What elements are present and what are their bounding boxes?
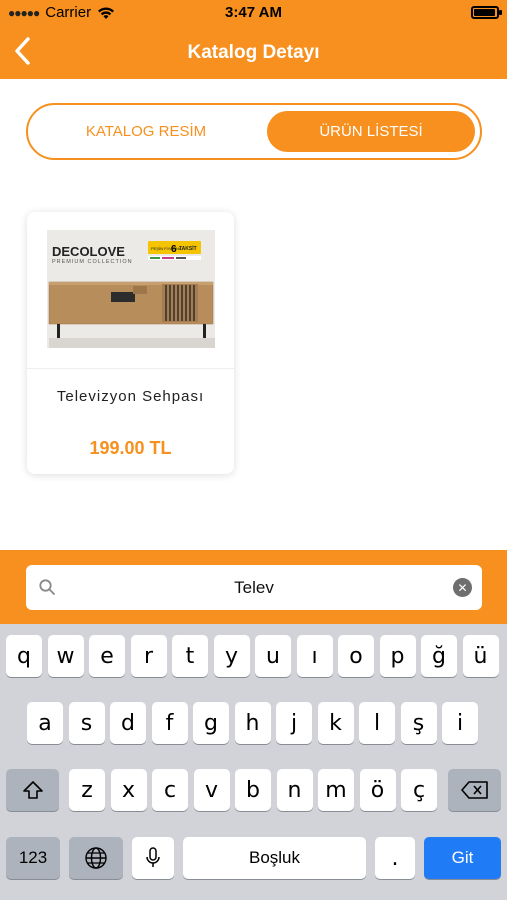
shift-key[interactable] [6, 769, 59, 811]
key-s[interactable]: s [68, 702, 105, 744]
key-h[interactable]: h [234, 702, 271, 744]
svg-text:6: 6 [171, 244, 177, 255]
key-u[interactable]: u [255, 635, 291, 677]
backspace-icon [460, 781, 488, 799]
key-v[interactable]: v [193, 769, 230, 811]
key-j[interactable]: j [276, 702, 312, 744]
keyboard: q w e r t y u ı o p ğ ü a s d f g h j k l ş i z x c v b n m ö ç 123 Boşlu… [0, 624, 507, 900]
search-value[interactable]: Telev [26, 565, 482, 610]
key-o[interactable]: o [338, 635, 374, 677]
key-t[interactable]: t [172, 635, 208, 677]
key-a[interactable]: a [27, 702, 63, 744]
key-ğ[interactable]: ğ [421, 635, 457, 677]
key-e[interactable]: e [89, 635, 125, 677]
key-ö[interactable]: ö [359, 769, 396, 811]
svg-text:PEŞİN FİYATINA: PEŞİN FİYATINA [151, 246, 182, 251]
product-photo: DECOLOVE PREMIUM COLLECTION PEŞİN FİYATI… [47, 230, 215, 348]
key-ü[interactable]: ü [462, 635, 499, 677]
tab-katalog-resim[interactable]: KATALOG RESİM [28, 105, 264, 158]
key-ı[interactable]: ı [296, 635, 333, 677]
key-x[interactable]: x [110, 769, 147, 811]
key-ş[interactable]: ş [400, 702, 437, 744]
key-i[interactable]: i [442, 702, 478, 744]
delete-key[interactable] [448, 769, 501, 811]
key-d[interactable]: d [110, 702, 146, 744]
key-r[interactable]: r [130, 635, 167, 677]
key-b[interactable]: b [235, 769, 271, 811]
space-key[interactable]: Boşluk [183, 837, 366, 879]
return-key[interactable]: Git [424, 837, 501, 879]
search-input[interactable]: Telev ✕ [26, 565, 482, 610]
status-time: 3:47 AM [225, 4, 282, 21]
key-q[interactable]: q [6, 635, 42, 677]
status-bar: ●●●●● Carrier 3:47 AM [0, 0, 507, 26]
key-g[interactable]: g [193, 702, 229, 744]
key-m[interactable]: m [318, 769, 354, 811]
key-y[interactable]: y [213, 635, 250, 677]
brand-text: DECOLOVE [52, 244, 125, 259]
clear-icon[interactable]: ✕ [453, 578, 472, 597]
globe-icon [85, 847, 107, 869]
product-image: DECOLOVE PREMIUM COLLECTION PEŞİN FİYATI… [27, 212, 234, 369]
microphone-icon [146, 847, 160, 867]
brand-subtitle: PREMIUM COLLECTION [52, 259, 133, 265]
battery-icon [471, 6, 499, 19]
key-c[interactable]: c [152, 769, 188, 811]
shift-icon [22, 781, 43, 799]
microphone-key[interactable] [132, 837, 174, 879]
key-k[interactable]: k [317, 702, 354, 744]
page-title: Katalog Detayı [187, 42, 320, 63]
numbers-key[interactable]: 123 [6, 837, 60, 879]
product-price: 199.00 TL [89, 438, 172, 458]
segmented-control: KATALOG RESİM ÜRÜN LİSTESİ [26, 103, 482, 160]
key-p[interactable]: p [379, 635, 416, 677]
svg-text:TAKSİT: TAKSİT [179, 245, 197, 252]
key-f[interactable]: f [151, 702, 188, 744]
key-l[interactable]: l [359, 702, 395, 744]
product-name: Televizyon Sehpası [56, 388, 205, 405]
key-w[interactable]: w [47, 635, 84, 677]
key-ç[interactable]: ç [401, 769, 437, 811]
key-n[interactable]: n [276, 769, 313, 811]
tab-urun-listesi[interactable]: ÜRÜN LİSTESİ [267, 111, 475, 152]
key-z[interactable]: z [69, 769, 105, 811]
globe-key[interactable] [69, 837, 123, 879]
product-card[interactable]: DECOLOVE PREMIUM COLLECTION PEŞİN FİYATI… [27, 212, 234, 474]
battery-tip [499, 10, 502, 15]
period-key[interactable]: . [375, 837, 415, 879]
